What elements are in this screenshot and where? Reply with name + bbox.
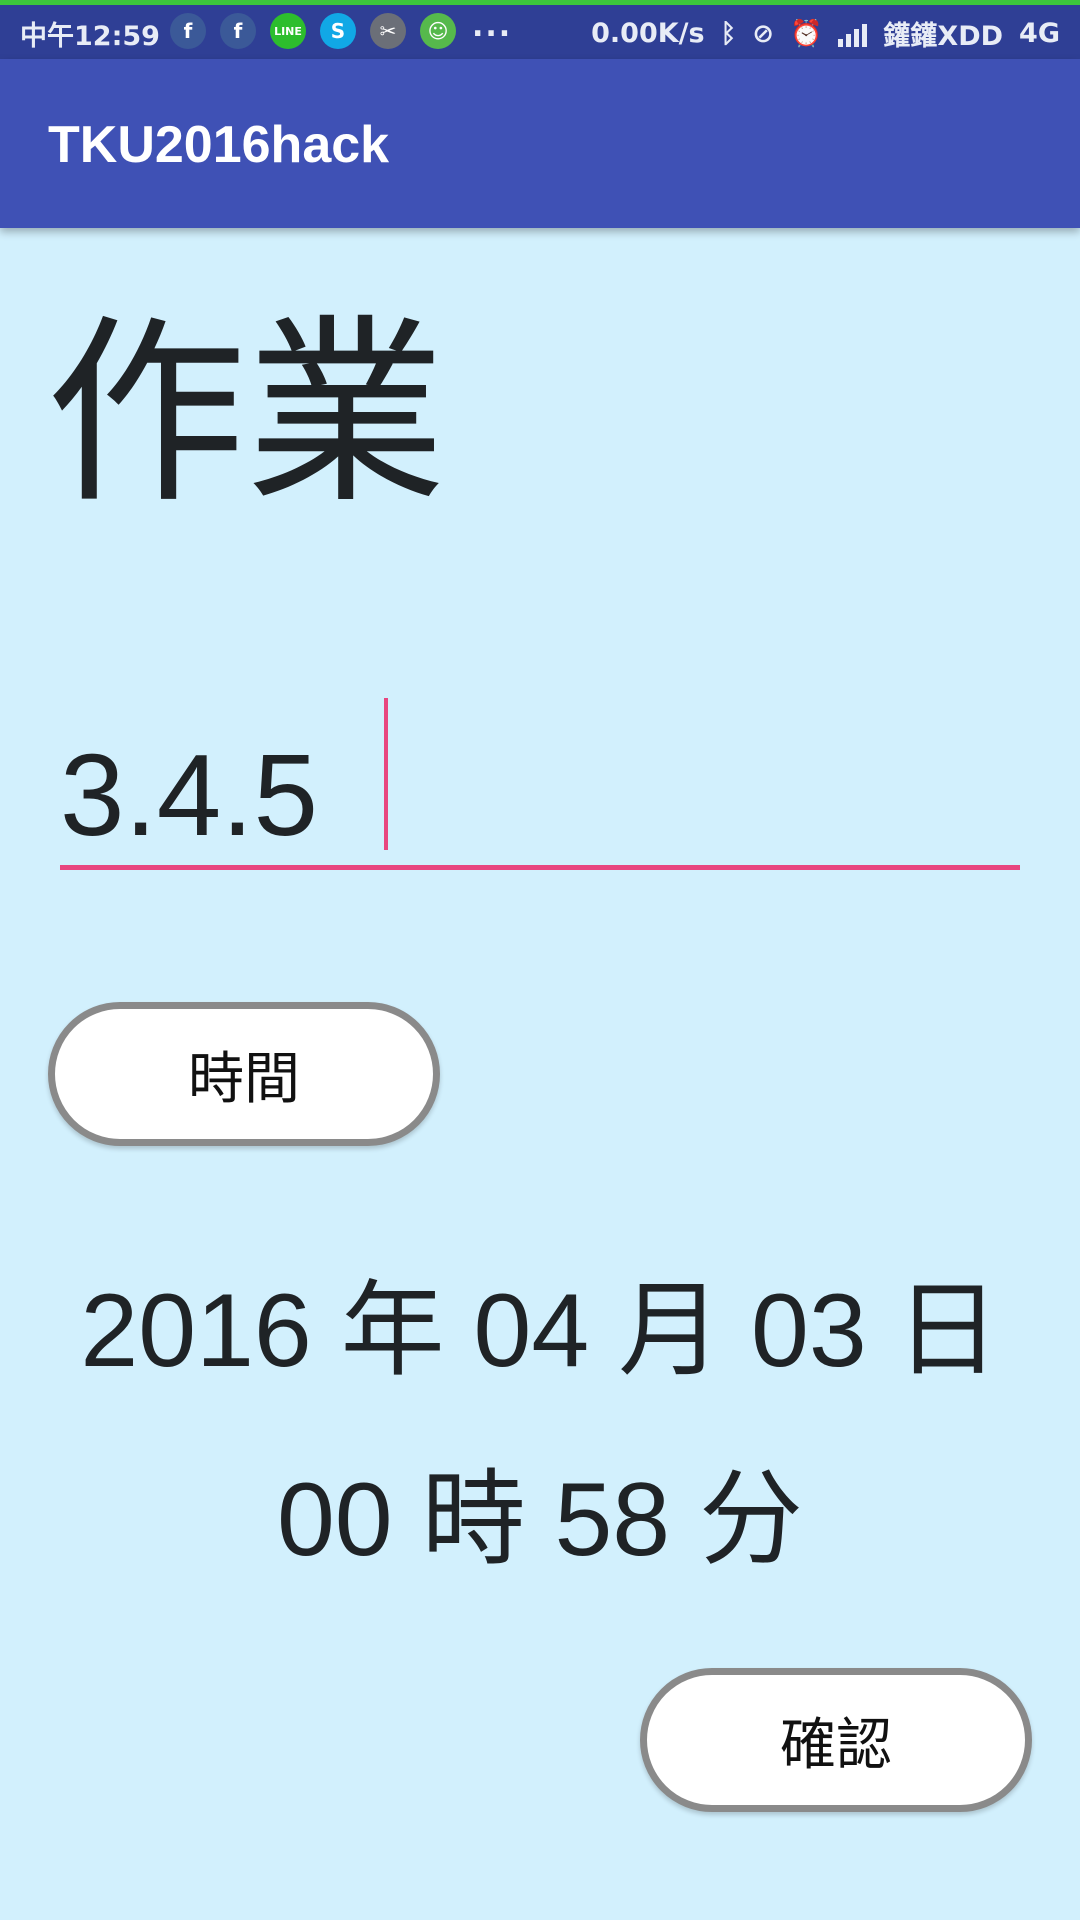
line-icon: LINE [270,13,306,49]
app-icon: ✂ [370,13,406,49]
homework-input-value[interactable]: 3.4.5 [60,730,318,860]
vibrate-off-icon: ⊘ [752,18,775,49]
input-underline [60,865,1020,870]
net-speed: 0.00K/s [591,18,705,49]
status-time: 中午12:59 [20,21,160,52]
time-display: 00 時 58 分 [276,1462,804,1578]
more-notifications-icon: ... [472,8,513,44]
text-cursor [384,698,388,850]
facebook-icon: f [170,13,206,49]
network-type: 4G [1019,18,1060,49]
time-button[interactable]: 時間 [48,1002,440,1146]
notification-icons: f f LINE S ✂ ☺ ... [170,9,512,49]
facebook-icon: f [220,13,256,49]
skype-icon: S [320,13,356,49]
homework-input[interactable]: 3.4.5 [60,690,1020,870]
confirm-button[interactable]: 確認 [640,1668,1032,1812]
page-heading: 作業 [46,298,447,531]
signal-icon [838,21,868,47]
status-bar: 中午12:59 f f LINE S ✂ ☺ ... 0.00K/s ᛒ ⊘ ⏰… [0,0,1080,59]
bluetooth-icon: ᛒ [720,18,737,49]
app-bar: TKU2016hack [0,59,1080,228]
app-title: TKU2016hack [48,116,390,174]
alarm-icon: ⏰ [790,18,823,49]
carrier-name: 鑵鑵XDD [883,21,1004,52]
frog-app-icon: ☺ [420,13,456,49]
status-right: 0.00K/s ᛒ ⊘ ⏰ 鑵鑵XDD 4G [591,14,1060,53]
date-display: 2016 年 04 月 03 日 [80,1273,1000,1389]
